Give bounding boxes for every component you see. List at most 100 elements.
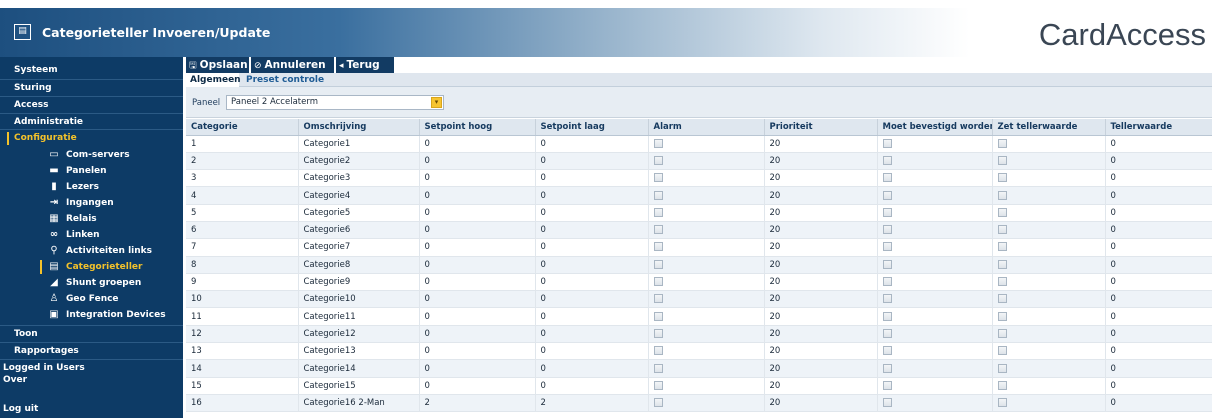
- column-header-zet-tellerwaarde[interactable]: Zet tellerwaarde: [992, 119, 1106, 136]
- confirm-checkbox[interactable]: [882, 155, 892, 165]
- cancel-button[interactable]: ⊘ Annuleren: [251, 57, 334, 73]
- cell-tellerwaarde[interactable]: 0: [1105, 290, 1212, 309]
- table-row[interactable]: 15 Categorie15 0 0 20 0: [186, 377, 1212, 395]
- sidebar-item-rapportages[interactable]: Rapportages: [0, 342, 183, 359]
- chevron-down-icon[interactable]: ▾: [431, 97, 442, 108]
- cell-setpoint-laag[interactable]: 0: [535, 204, 649, 222]
- table-row[interactable]: 1 Categorie1 0 0 20 0: [186, 135, 1212, 153]
- alarm-checkbox[interactable]: [653, 225, 663, 235]
- alarm-checkbox[interactable]: [653, 311, 663, 321]
- cell-categorie[interactable]: 5: [186, 204, 299, 222]
- cell-omschrijving[interactable]: Categorie16 2-Man: [298, 394, 420, 413]
- cell-categorie[interactable]: 9: [186, 273, 299, 292]
- cell-setpoint-hoog[interactable]: 0: [419, 377, 536, 395]
- sidebar-item-log-uit[interactable]: Log uit: [0, 401, 183, 418]
- cell-tellerwaarde[interactable]: 0: [1105, 377, 1212, 395]
- cell-omschrijving[interactable]: Categorie4: [298, 186, 420, 205]
- table-row[interactable]: 5 Categorie5 0 0 20 0: [186, 204, 1212, 222]
- set-value-checkbox[interactable]: [997, 138, 1007, 148]
- alarm-checkbox[interactable]: [653, 190, 663, 200]
- column-header-alarm[interactable]: Alarm: [648, 119, 765, 136]
- cell-prioriteit[interactable]: 20: [764, 273, 878, 292]
- cell-setpoint-laag[interactable]: 0: [535, 342, 649, 361]
- column-header-prioriteit[interactable]: Prioriteit: [764, 119, 878, 136]
- sidebar-item-administratie[interactable]: Administratie: [0, 113, 183, 130]
- cell-tellerwaarde[interactable]: 0: [1105, 342, 1212, 361]
- table-row[interactable]: 14 Categorie14 0 0 20 0: [186, 359, 1212, 378]
- cell-setpoint-hoog[interactable]: 0: [419, 342, 536, 361]
- confirm-checkbox[interactable]: [882, 138, 892, 148]
- cell-categorie[interactable]: 13: [186, 342, 299, 361]
- set-value-checkbox[interactable]: [997, 259, 1007, 269]
- cell-setpoint-laag[interactable]: 0: [535, 169, 649, 188]
- sidebar-subitem-relais[interactable]: ▦ Relais: [48, 211, 96, 227]
- cell-setpoint-hoog[interactable]: 0: [419, 273, 536, 292]
- sidebar-subitem-linken[interactable]: ∞ Linken: [48, 227, 100, 243]
- confirm-checkbox[interactable]: [882, 380, 892, 390]
- cell-prioriteit[interactable]: 20: [764, 342, 878, 361]
- save-button[interactable]: 🖫 Opslaan: [186, 57, 249, 73]
- cell-omschrijving[interactable]: Categorie1: [298, 135, 420, 153]
- confirm-checkbox[interactable]: [882, 259, 892, 269]
- cell-prioriteit[interactable]: 20: [764, 325, 878, 344]
- cell-categorie[interactable]: 14: [186, 359, 299, 378]
- cell-prioriteit[interactable]: 20: [764, 186, 878, 205]
- sidebar-item-configuratie[interactable]: Configuratie: [0, 129, 183, 146]
- cell-prioriteit[interactable]: 20: [764, 169, 878, 188]
- cell-setpoint-laag[interactable]: 0: [535, 135, 649, 153]
- column-header-omschrijving[interactable]: Omschrijving: [298, 119, 420, 136]
- cell-setpoint-laag[interactable]: 0: [535, 307, 649, 326]
- cell-omschrijving[interactable]: Categorie5: [298, 204, 420, 222]
- cell-tellerwaarde[interactable]: 0: [1105, 169, 1212, 188]
- sidebar-subitem-activiteiten-links[interactable]: ⚲ Activiteiten links: [48, 243, 152, 259]
- set-value-checkbox[interactable]: [997, 346, 1007, 356]
- table-row[interactable]: 7 Categorie7 0 0 20 0: [186, 238, 1212, 257]
- column-header-setpoint-hoog[interactable]: Setpoint hoog: [419, 119, 536, 136]
- alarm-checkbox[interactable]: [653, 380, 663, 390]
- sidebar-item-access[interactable]: Access: [0, 96, 183, 113]
- cell-setpoint-laag[interactable]: 2: [535, 394, 649, 413]
- set-value-checkbox[interactable]: [997, 277, 1007, 287]
- confirm-checkbox[interactable]: [882, 398, 892, 408]
- cell-tellerwaarde[interactable]: 0: [1105, 273, 1212, 292]
- cell-omschrijving[interactable]: Categorie14: [298, 359, 420, 378]
- set-value-checkbox[interactable]: [997, 398, 1007, 408]
- cell-tellerwaarde[interactable]: 0: [1105, 256, 1212, 274]
- set-value-checkbox[interactable]: [997, 328, 1007, 338]
- cell-tellerwaarde[interactable]: 0: [1105, 135, 1212, 153]
- sidebar-subitem-shunt-groepen[interactable]: ◢ Shunt groepen: [48, 275, 141, 291]
- table-row[interactable]: 4 Categorie4 0 0 20 0: [186, 186, 1212, 205]
- cell-omschrijving[interactable]: Categorie11: [298, 307, 420, 326]
- cell-setpoint-hoog[interactable]: 0: [419, 307, 536, 326]
- cell-categorie[interactable]: 12: [186, 325, 299, 344]
- cell-categorie[interactable]: 1: [186, 135, 299, 153]
- cell-setpoint-hoog[interactable]: 0: [419, 135, 536, 153]
- cell-setpoint-hoog[interactable]: 2: [419, 394, 536, 413]
- set-value-checkbox[interactable]: [997, 155, 1007, 165]
- alarm-checkbox[interactable]: [653, 277, 663, 287]
- column-header-moet-bevestigd-worden[interactable]: Moet bevestigd worden: [877, 119, 993, 136]
- cell-setpoint-laag[interactable]: 0: [535, 186, 649, 205]
- cell-setpoint-laag[interactable]: 0: [535, 238, 649, 257]
- cell-setpoint-laag[interactable]: 0: [535, 221, 649, 240]
- cell-setpoint-hoog[interactable]: 0: [419, 169, 536, 188]
- panel-select[interactable]: Paneel 2 Accelaterm ▾: [226, 95, 444, 110]
- cell-tellerwaarde[interactable]: 0: [1105, 152, 1212, 171]
- confirm-checkbox[interactable]: [882, 294, 892, 304]
- column-header-setpoint-laag[interactable]: Setpoint laag: [535, 119, 649, 136]
- cell-tellerwaarde[interactable]: 0: [1105, 238, 1212, 257]
- set-value-checkbox[interactable]: [997, 190, 1007, 200]
- confirm-checkbox[interactable]: [882, 173, 892, 183]
- table-row[interactable]: 16 Categorie16 2-Man 2 2 20 0: [186, 394, 1212, 413]
- cell-tellerwaarde[interactable]: 0: [1105, 221, 1212, 240]
- cell-omschrijving[interactable]: Categorie13: [298, 342, 420, 361]
- set-value-checkbox[interactable]: [997, 207, 1007, 217]
- confirm-checkbox[interactable]: [882, 328, 892, 338]
- sidebar-subitem-geo-fence[interactable]: ♙ Geo Fence: [48, 291, 119, 307]
- cell-tellerwaarde[interactable]: 0: [1105, 204, 1212, 222]
- confirm-checkbox[interactable]: [882, 207, 892, 217]
- cell-prioriteit[interactable]: 20: [764, 238, 878, 257]
- set-value-checkbox[interactable]: [997, 173, 1007, 183]
- cell-prioriteit[interactable]: 20: [764, 256, 878, 274]
- sidebar-subitem-integration-devices[interactable]: ▣ Integration Devices: [48, 307, 165, 323]
